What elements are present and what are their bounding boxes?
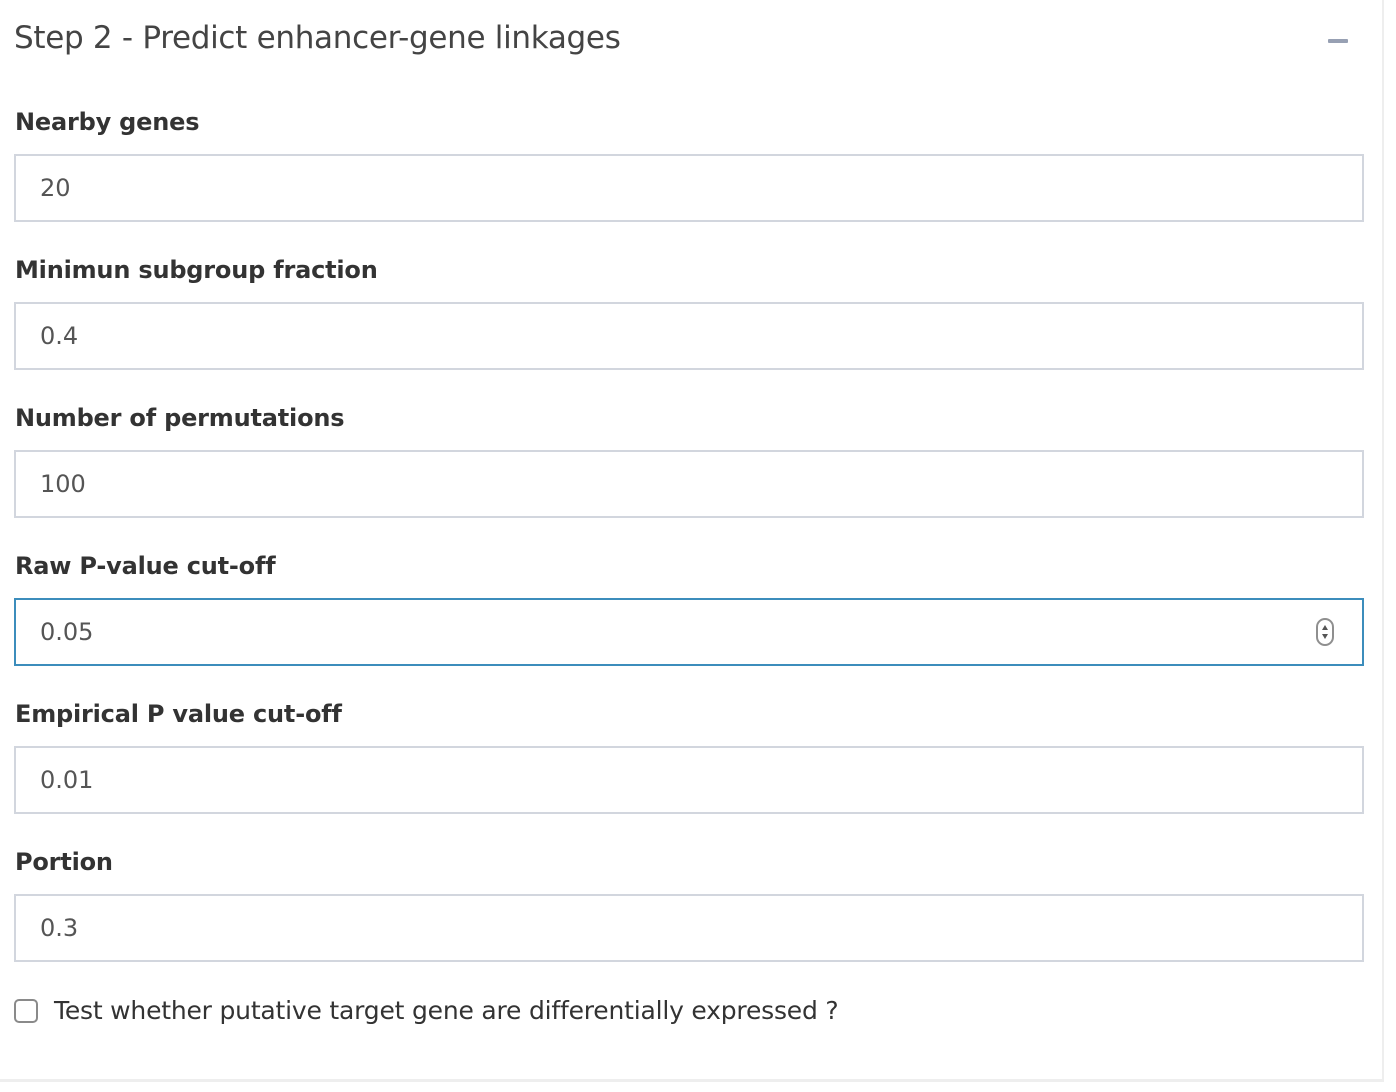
portion-input[interactable]	[14, 894, 1364, 962]
nearby-genes-label: Nearby genes	[15, 108, 200, 136]
portion-label: Portion	[15, 848, 113, 876]
num-permutations-label: Number of permutations	[15, 404, 345, 432]
differential-expression-checkbox-label[interactable]: Test whether putative target gene are di…	[54, 996, 839, 1025]
num-permutations-input[interactable]	[14, 450, 1364, 518]
empirical-pvalue-cutoff-label: Empirical P value cut-off	[15, 700, 342, 728]
nearby-genes-input[interactable]	[14, 154, 1364, 222]
raw-pvalue-cutoff-label: Raw P-value cut-off	[15, 552, 276, 580]
differential-expression-checkbox[interactable]	[14, 999, 38, 1023]
empirical-pvalue-cutoff-input[interactable]	[14, 746, 1364, 814]
spinner-up-icon[interactable]	[1322, 625, 1328, 630]
panel-header: Step 2 - Predict enhancer-gene linkages	[14, 0, 1370, 86]
panel-title: Step 2 - Predict enhancer-gene linkages	[14, 20, 621, 56]
raw-pvalue-cutoff-input[interactable]	[14, 598, 1364, 666]
min-subgroup-fraction-input[interactable]	[14, 302, 1364, 370]
spinner-down-icon[interactable]	[1322, 634, 1328, 639]
min-subgroup-fraction-label: Minimun subgroup fraction	[15, 256, 378, 284]
step2-panel: Step 2 - Predict enhancer-gene linkages …	[0, 0, 1384, 1082]
differential-expression-checkbox-row[interactable]: Test whether putative target gene are di…	[14, 996, 1354, 1030]
number-spinner[interactable]	[1316, 618, 1334, 646]
collapse-button[interactable]	[1322, 24, 1356, 58]
minus-icon	[1328, 39, 1348, 43]
